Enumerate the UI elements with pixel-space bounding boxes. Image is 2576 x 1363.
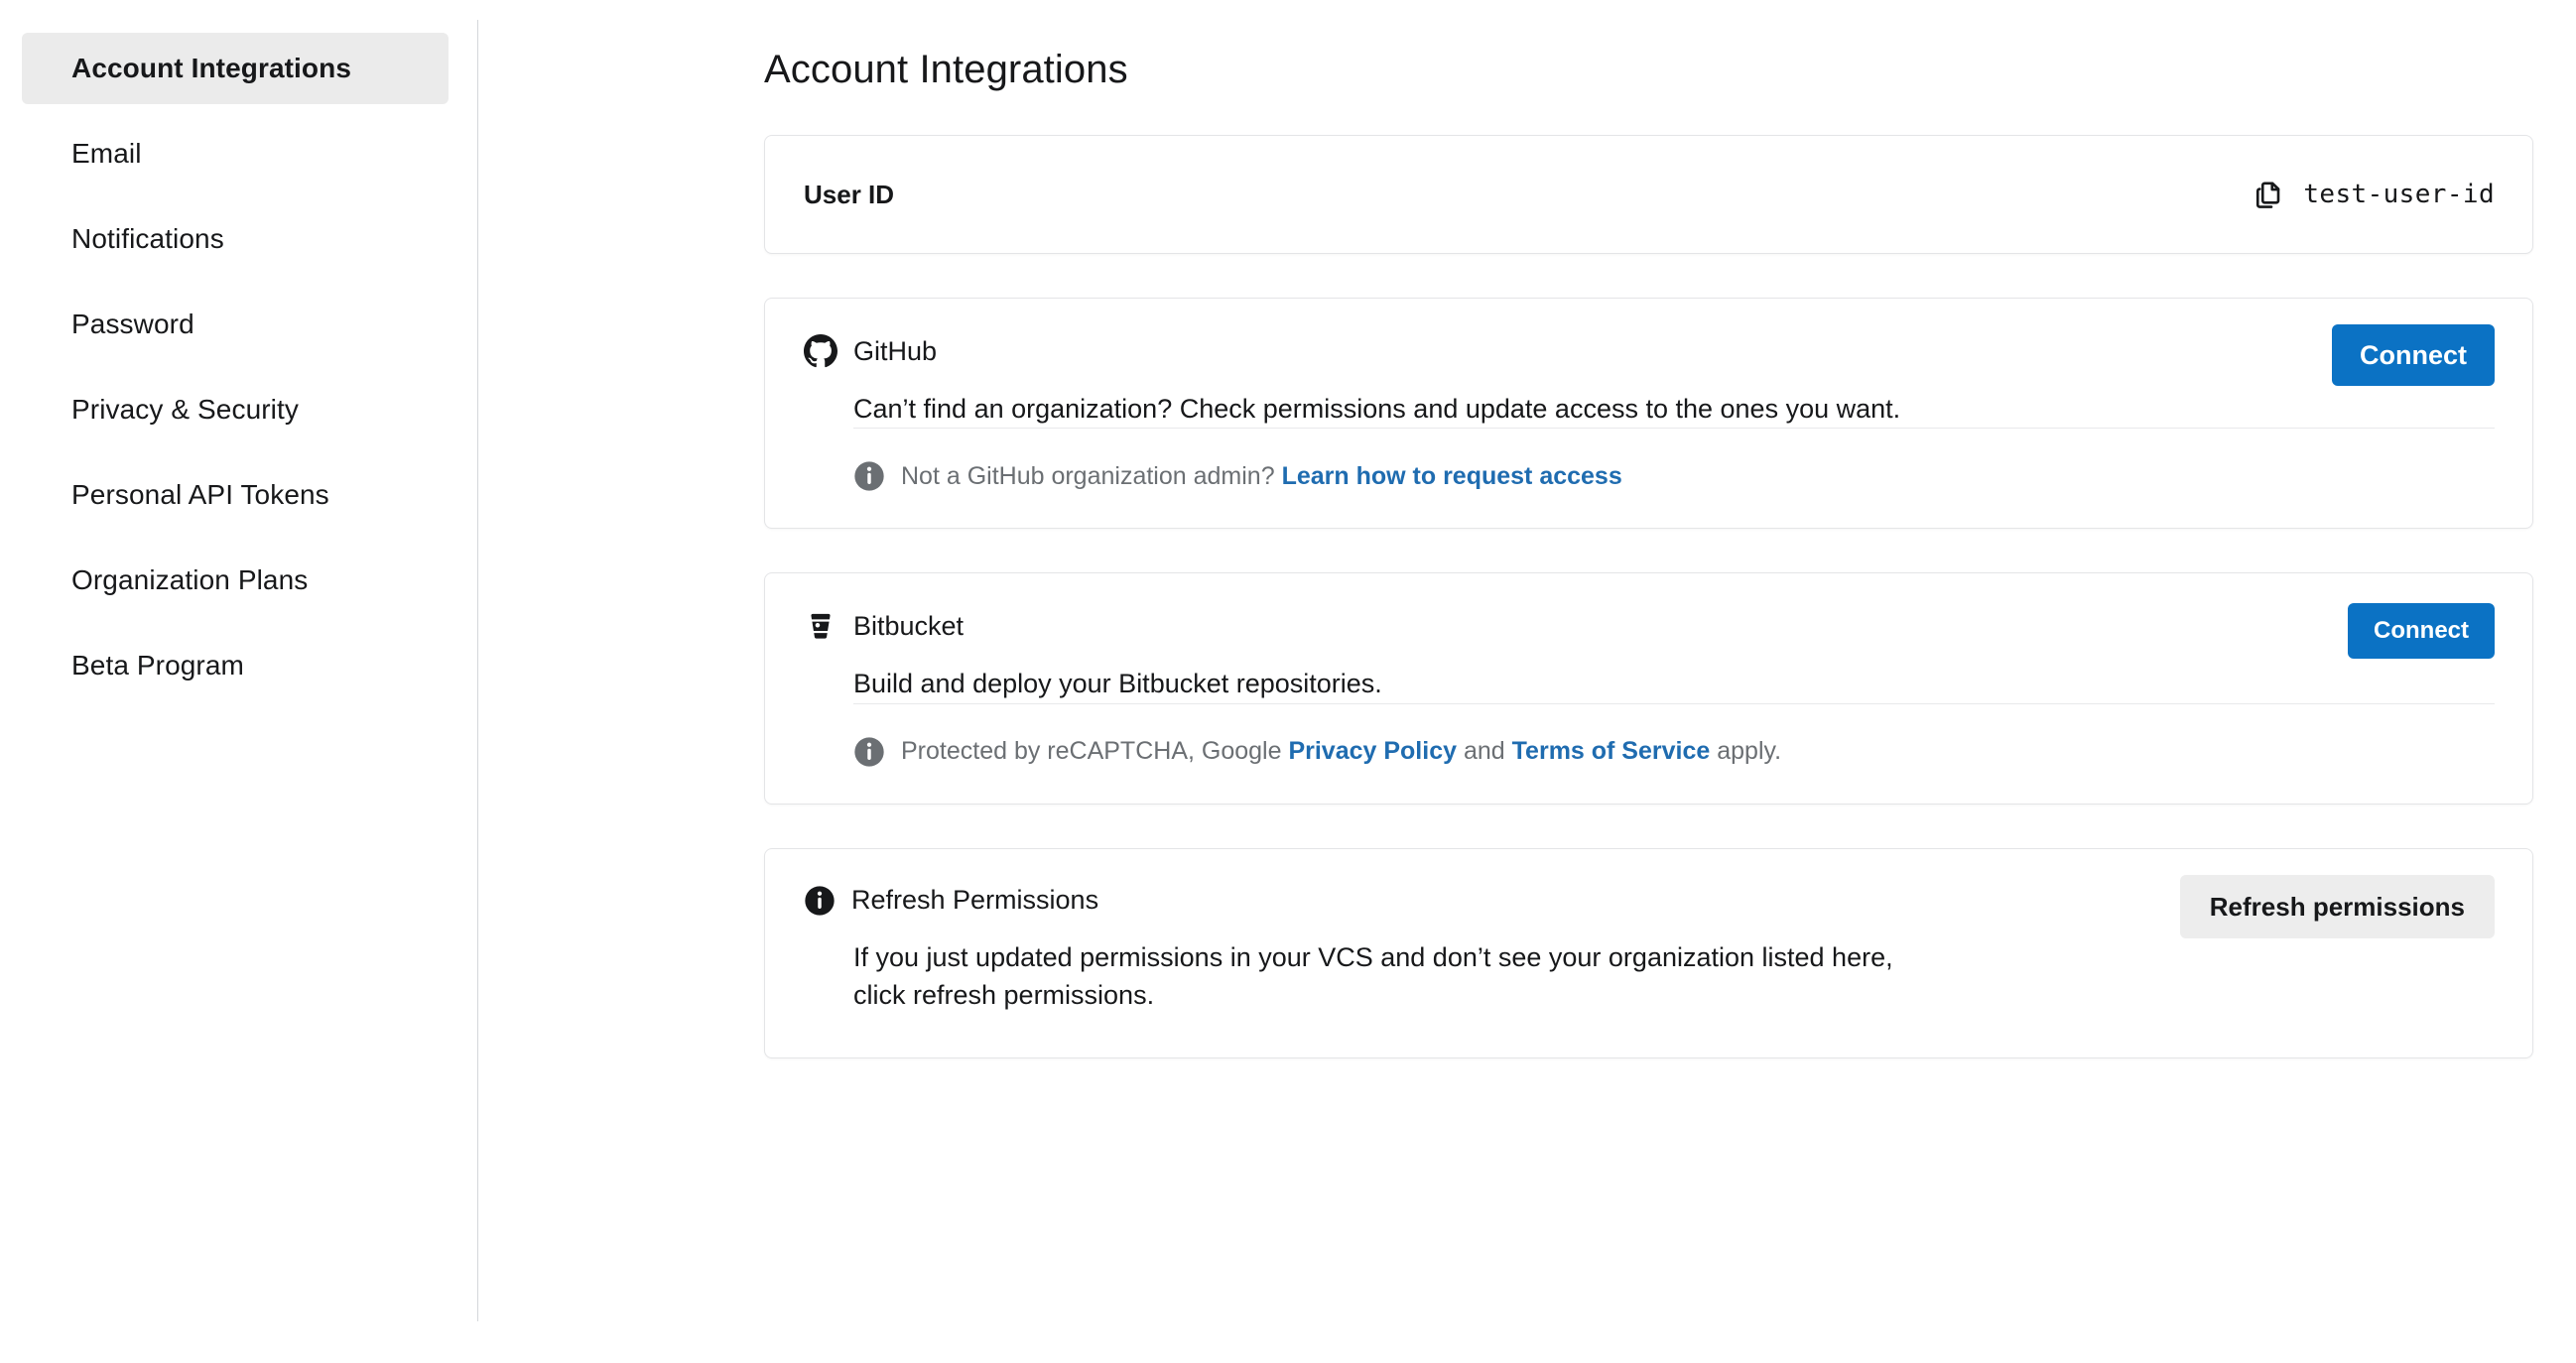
user-id-value-group: test-user-id — [2254, 179, 2495, 210]
user-id-value: test-user-id — [2303, 180, 2495, 209]
github-card-body: GitHub Can’t find an organization? Check… — [765, 299, 2532, 428]
sidebar-item-organization-plans[interactable]: Organization Plans — [22, 545, 449, 616]
bitbucket-provider-name: Bitbucket — [853, 610, 965, 641]
bitbucket-description: Build and deploy your Bitbucket reposito… — [853, 669, 1382, 699]
copy-icon[interactable] — [2254, 179, 2283, 210]
bitbucket-integration-card: Bitbucket Build and deploy your Bitbucke… — [764, 572, 2533, 805]
github-card-info: GitHub Can’t find an organization? Check… — [804, 334, 1900, 428]
bitbucket-card-footer: Protected by reCAPTCHA, Google Privacy P… — [853, 702, 2495, 804]
bitbucket-card-head: Bitbucket Build and deploy your Bitbucke… — [804, 603, 2495, 702]
bitbucket-card-info: Bitbucket Build and deploy your Bitbucke… — [804, 609, 1382, 702]
user-id-label: User ID — [804, 179, 895, 209]
bitbucket-card-body: Bitbucket Build and deploy your Bitbucke… — [765, 573, 2532, 702]
sidebar-item-label: Organization Plans — [71, 564, 309, 595]
refresh-permissions-description: If you just updated permissions in your … — [853, 941, 1893, 1010]
page-root: Account Integrations Email Notifications… — [0, 0, 2576, 1363]
github-provider-name: GitHub — [853, 335, 938, 366]
google-terms-of-service-link[interactable]: Terms of Service — [1512, 737, 1711, 765]
refresh-permissions-title: Refresh Permissions — [851, 885, 1099, 916]
sidebar-item-label: Password — [71, 309, 194, 339]
info-circle-icon — [853, 460, 885, 492]
sidebar-item-label: Notifications — [71, 223, 224, 254]
sidebar-item-privacy-security[interactable]: Privacy & Security — [22, 374, 449, 445]
user-id-card: User ID test-user-id — [764, 135, 2533, 254]
bitbucket-connect-button[interactable]: Connect — [2348, 603, 2495, 660]
sidebar-item-label: Personal API Tokens — [71, 479, 329, 510]
github-footer-text: Not a GitHub organization admin? — [901, 462, 1275, 491]
github-connect-button[interactable]: Connect — [2332, 324, 2495, 386]
recaptcha-conjunction: and — [1463, 737, 1505, 766]
sidebar-item-label: Account Integrations — [71, 53, 352, 83]
refresh-card-info: Refresh Permissions If you just updated … — [804, 885, 1905, 1015]
info-circle-filled-icon — [804, 885, 836, 917]
github-footer-note: Not a GitHub organization admin? Learn h… — [901, 460, 1622, 493]
info-circle-icon — [853, 736, 885, 768]
github-description: Can’t find an organization? Check permis… — [853, 394, 1901, 424]
sidebar-item-beta-program[interactable]: Beta Program — [22, 630, 449, 701]
sidebar-item-account-integrations[interactable]: Account Integrations — [22, 33, 449, 104]
sidebar-item-label: Beta Program — [71, 650, 244, 681]
refresh-permissions-button[interactable]: Refresh permissions — [2179, 874, 2495, 938]
refresh-card-head: Refresh Permissions If you just updated … — [804, 874, 2495, 1015]
sidebar-nav-list: Account Integrations Email Notifications… — [0, 33, 478, 701]
refresh-permissions-card: Refresh Permissions If you just updated … — [764, 847, 2533, 1059]
google-privacy-policy-link[interactable]: Privacy Policy — [1288, 737, 1457, 765]
sidebar-item-label: Email — [71, 138, 142, 169]
sidebar-item-email[interactable]: Email — [22, 118, 449, 189]
github-request-access-link[interactable]: Learn how to request access — [1282, 462, 1622, 490]
sidebar-item-label: Privacy & Security — [71, 394, 299, 425]
sidebar-item-password[interactable]: Password — [22, 289, 449, 360]
page-title: Account Integrations — [764, 48, 1128, 91]
sidebar-item-notifications[interactable]: Notifications — [22, 203, 449, 275]
main-content: Account Integrations User ID test-user-i… — [478, 0, 2576, 1363]
github-provider-row: GitHub — [804, 334, 1900, 368]
bitbucket-recaptcha-note: Protected by reCAPTCHA, Google Privacy P… — [901, 735, 1781, 768]
bitbucket-provider-row: Bitbucket — [804, 609, 1382, 643]
github-card-footer: Not a GitHub organization admin? Learn h… — [853, 428, 2495, 528]
settings-sidebar: Account Integrations Email Notifications… — [0, 0, 478, 1363]
github-integration-card: GitHub Can’t find an organization? Check… — [764, 298, 2533, 530]
sidebar-item-personal-api-tokens[interactable]: Personal API Tokens — [22, 459, 449, 531]
recaptcha-suffix: apply. — [1717, 737, 1782, 766]
bitbucket-icon — [804, 609, 837, 643]
refresh-title-row: Refresh Permissions — [804, 885, 1905, 917]
github-card-head: GitHub Can’t find an organization? Check… — [804, 324, 2495, 428]
recaptcha-prefix: Protected by reCAPTCHA, Google — [901, 737, 1282, 766]
github-icon — [804, 334, 837, 368]
